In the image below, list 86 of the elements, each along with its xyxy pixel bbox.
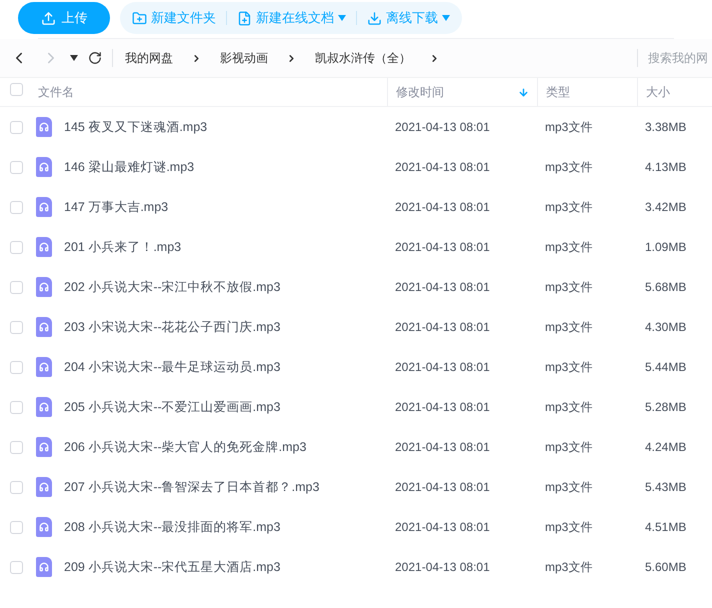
checkbox[interactable] — [10, 280, 23, 294]
doc-icon — [237, 10, 252, 26]
audio-file-icon — [36, 197, 52, 217]
sort-icon[interactable] — [518, 86, 529, 98]
checkbox[interactable] — [10, 320, 23, 334]
modified-time: 2021-04-13 08:01 — [394, 559, 491, 576]
file-name[interactable]: 204 小宋说大宋--最牛足球运动员.mp3 — [64, 358, 280, 376]
checkbox[interactable] — [10, 200, 23, 214]
file-size: 5.68MB — [644, 279, 688, 296]
checkbox[interactable] — [10, 560, 23, 574]
file-name[interactable]: 206 小兵说大宋--柴大官人的免死金牌.mp3 — [64, 438, 306, 456]
file-name[interactable]: 208 小兵说大宋--最没排面的将军.mp3 — [64, 518, 280, 536]
modified-time: 2021-04-13 08:01 — [394, 279, 491, 296]
file-type: mp3文件 — [544, 359, 594, 376]
file-size: 5.28MB — [644, 399, 688, 416]
audio-file-icon — [36, 277, 52, 297]
modified-time: 2021-04-13 08:01 — [394, 159, 491, 176]
checkbox[interactable] — [10, 160, 23, 174]
file-size: 4.30MB — [644, 319, 688, 336]
audio-file-icon — [36, 357, 52, 377]
breadcrumb-link[interactable]: 我的网盘 — [125, 49, 173, 67]
file-size: 3.38MB — [644, 119, 688, 136]
checkbox[interactable] — [10, 83, 23, 96]
file-name[interactable]: 201 小兵来了！.mp3 — [64, 238, 182, 256]
modified-time: 2021-04-13 08:01 — [394, 319, 491, 336]
audio-file-icon — [36, 437, 52, 457]
file-type: mp3文件 — [544, 239, 594, 256]
checkbox[interactable] — [10, 240, 23, 254]
checkbox[interactable] — [10, 120, 23, 134]
file-name[interactable]: 202 小兵说大宋--宋江中秋不放假.mp3 — [64, 278, 280, 296]
file-size: 4.13MB — [644, 159, 688, 176]
file-size: 4.51MB — [644, 519, 688, 536]
refresh-icon[interactable] — [88, 51, 102, 65]
file-name[interactable]: 145 夜叉又下迷魂酒.mp3 — [64, 118, 208, 136]
audio-file-icon — [36, 397, 52, 417]
file-type: mp3文件 — [544, 319, 594, 336]
file-type: mp3文件 — [544, 199, 594, 216]
checkbox[interactable] — [10, 360, 23, 374]
folder-icon — [132, 10, 147, 26]
breadcrumb-link[interactable]: 影视动画 — [220, 49, 268, 67]
file-name[interactable]: 146 梁山最难灯谜.mp3 — [64, 158, 194, 176]
file-size: 4.24MB — [644, 439, 688, 456]
file-type: mp3文件 — [544, 559, 594, 576]
modified-time: 2021-04-13 08:01 — [394, 479, 491, 496]
file-size: 5.44MB — [644, 359, 688, 376]
caret-icon — [70, 55, 78, 61]
modified-time: 2021-04-13 08:01 — [394, 519, 491, 536]
file-type: mp3文件 — [544, 159, 594, 176]
modified-time: 2021-04-13 08:01 — [394, 239, 491, 256]
audio-file-icon — [36, 317, 52, 337]
file-type: mp3文件 — [544, 519, 594, 536]
file-type: mp3文件 — [544, 439, 594, 456]
file-type: mp3文件 — [544, 399, 594, 416]
modified-time: 2021-04-13 08:01 — [394, 199, 491, 216]
caret-icon — [338, 15, 346, 21]
caret-icon — [442, 15, 450, 21]
upload-icon — [40, 10, 56, 26]
audio-file-icon — [36, 237, 52, 257]
checkbox[interactable] — [10, 440, 23, 454]
breadcrumb-link[interactable]: 凯叔水浒传（全） — [315, 49, 411, 67]
file-name[interactable]: 203 小宋说大宋--花花公子西门庆.mp3 — [64, 318, 280, 336]
modified-time: 2021-04-13 08:01 — [394, 399, 491, 416]
file-size: 5.43MB — [644, 479, 688, 496]
search-field[interactable]: 搜索我的网 — [648, 49, 710, 67]
modified-time: 2021-04-13 08:01 — [394, 359, 491, 376]
audio-file-icon — [36, 517, 52, 537]
checkbox[interactable] — [10, 400, 23, 414]
file-type: mp3文件 — [544, 119, 594, 136]
file-size: 1.09MB — [644, 239, 688, 256]
audio-file-icon — [36, 117, 52, 137]
file-name[interactable]: 147 万事大吉.mp3 — [64, 198, 168, 216]
checkbox[interactable] — [10, 480, 23, 494]
modified-time: 2021-04-13 08:01 — [394, 439, 491, 456]
audio-file-icon — [36, 157, 52, 177]
file-size: 3.42MB — [644, 199, 688, 216]
file-type: mp3文件 — [544, 479, 594, 496]
audio-file-icon — [36, 557, 52, 577]
file-name[interactable]: 207 小兵说大宋--鲁智深去了日本首都？.mp3 — [64, 478, 320, 496]
download-icon — [367, 10, 382, 26]
audio-file-icon — [36, 477, 52, 497]
file-name[interactable]: 205 小兵说大宋--不爱江山爱画画.mp3 — [64, 398, 280, 416]
file-size: 5.60MB — [644, 559, 688, 576]
checkbox[interactable] — [10, 520, 23, 534]
modified-time: 2021-04-13 08:01 — [394, 119, 491, 136]
file-type: mp3文件 — [544, 279, 594, 296]
file-name[interactable]: 209 小兵说大宋--宋代五星大酒店.mp3 — [64, 558, 280, 576]
